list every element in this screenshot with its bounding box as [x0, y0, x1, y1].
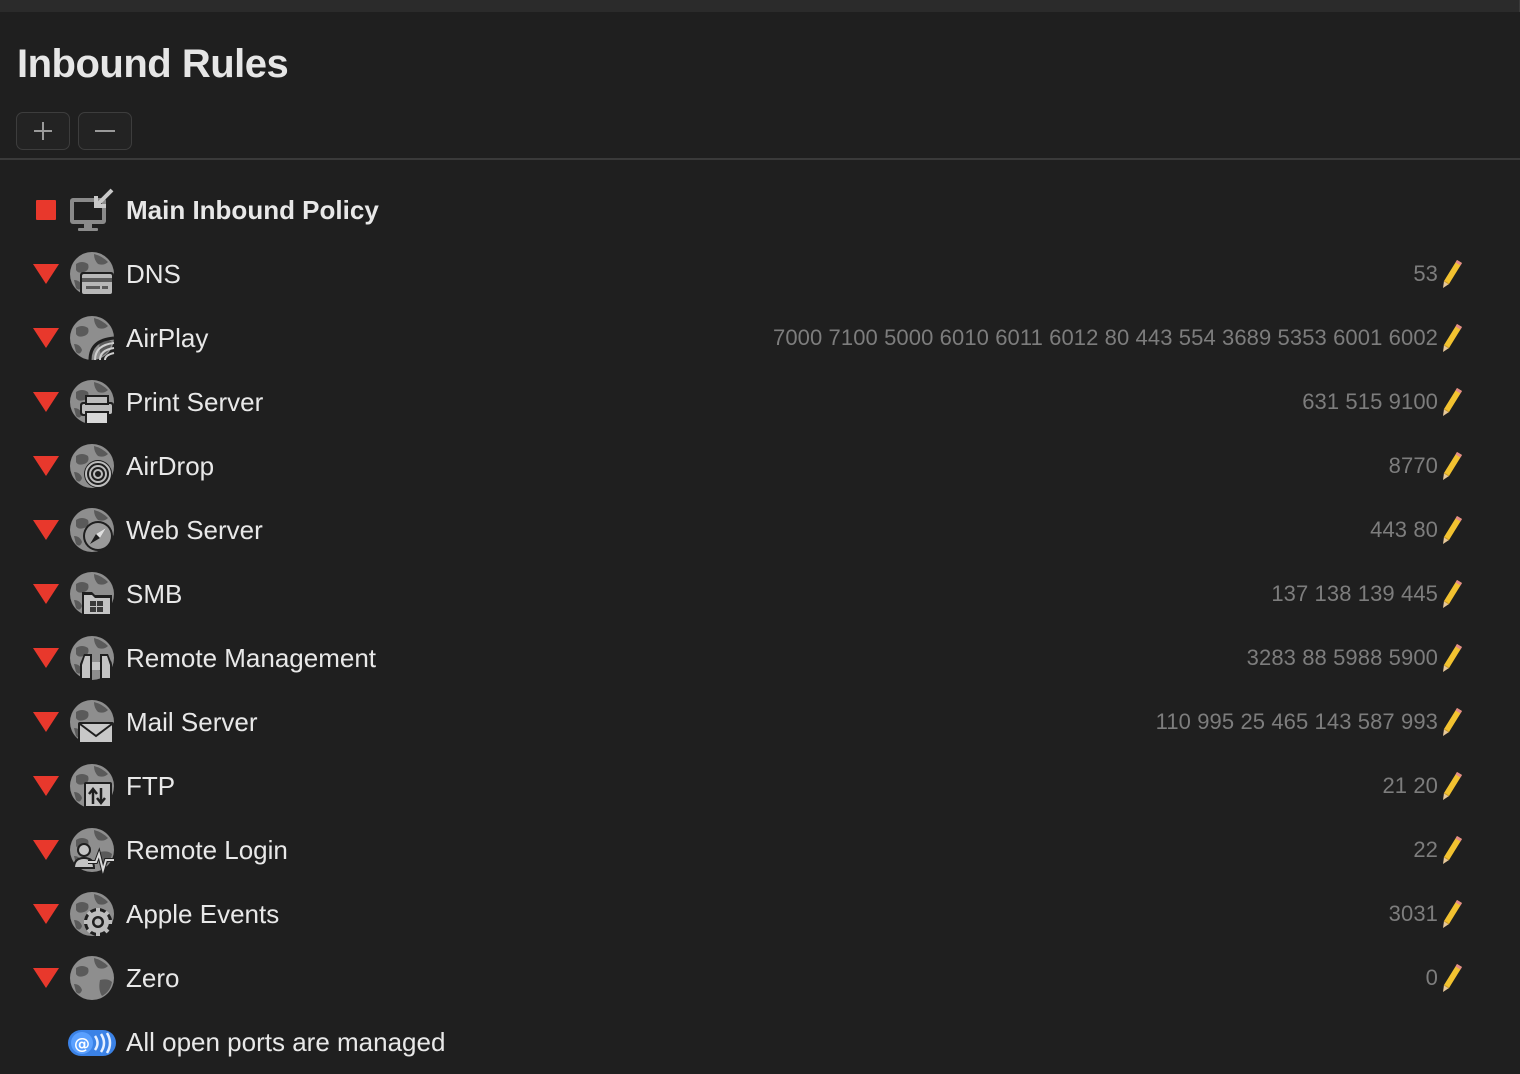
window-top-bar	[0, 0, 1520, 12]
disclosure-triangle-icon[interactable]	[32, 772, 60, 800]
rule-label: Web Server	[126, 514, 263, 545]
rule-ports: 0	[1425, 965, 1438, 990]
inbound-rules-window: Inbound Rules Main Inbound Policy DNS 53…	[0, 0, 1520, 1074]
rule-ports: 22	[1413, 837, 1438, 862]
rule-label: Mail Server	[126, 706, 258, 737]
policy-square-marker[interactable]	[32, 196, 60, 224]
managed-ports-status-row: @ All open ports are managed	[0, 1010, 1520, 1074]
rule-label: Print Server	[126, 386, 264, 417]
toolbar	[16, 112, 132, 150]
edit-ports-pencil-icon[interactable]	[1440, 451, 1464, 481]
plus-icon	[34, 122, 52, 140]
remove-rule-button[interactable]	[78, 112, 132, 150]
airdrop-icon	[68, 442, 116, 490]
rule-ports: 7000 7100 5000 6010 6011 6012 80 443 554…	[772, 325, 1438, 350]
disclosure-triangle-icon[interactable]	[32, 388, 60, 416]
policy-label: Main Inbound Policy	[126, 194, 379, 225]
rule-label: Remote Management	[126, 642, 377, 673]
edit-ports-pencil-icon[interactable]	[1440, 835, 1464, 865]
edit-ports-pencil-icon[interactable]	[1440, 963, 1464, 993]
disclosure-triangle-icon[interactable]	[32, 516, 60, 544]
rule-row-airplay[interactable]: AirPlay 7000 7100 5000 6010 6011 6012 80…	[0, 306, 1520, 370]
disclosure-triangle-icon[interactable]	[32, 900, 60, 928]
rule-label: AirDrop	[126, 450, 215, 481]
minus-icon	[95, 130, 115, 132]
edit-ports-pencil-icon[interactable]	[1440, 899, 1464, 929]
page-title: Inbound Rules	[17, 42, 289, 86]
edit-ports-pencil-icon[interactable]	[1440, 707, 1464, 737]
rules-list: Main Inbound Policy DNS 53 AirPlay 7000 …	[0, 160, 1520, 1074]
edit-ports-pencil-icon[interactable]	[1440, 579, 1464, 609]
globe-icon	[68, 954, 116, 1002]
rule-row-dns[interactable]: DNS 53	[0, 242, 1520, 306]
disclosure-triangle-icon[interactable]	[32, 452, 60, 480]
rule-label: FTP	[126, 770, 176, 801]
rule-ports: 137 138 139 445	[1271, 581, 1438, 606]
rule-row-mail-server[interactable]: Mail Server 110 995 25 465 143 587 993	[0, 690, 1520, 754]
rule-row-ftp[interactable]: FTP 21 20	[0, 754, 1520, 818]
add-rule-button[interactable]	[16, 112, 70, 150]
envelope-icon	[68, 698, 116, 746]
rule-row-remote-management[interactable]: Remote Management 3283 88 5988 5900	[0, 626, 1520, 690]
rule-row-apple-events[interactable]: Apple Events 3031	[0, 882, 1520, 946]
rule-ports: 110 995 25 465 143 587 993	[1155, 709, 1438, 734]
rule-label: Remote Login	[126, 834, 288, 865]
rule-ports: 8770	[1388, 453, 1438, 478]
rule-ports: 631 515 9100	[1302, 389, 1438, 414]
rule-label: SMB	[126, 578, 183, 609]
rule-row-smb[interactable]: SMB 137 138 139 445	[0, 562, 1520, 626]
disclosure-triangle-icon[interactable]	[32, 644, 60, 672]
edit-ports-pencil-icon[interactable]	[1440, 387, 1464, 417]
at-signal-icon: @	[68, 1018, 116, 1066]
rule-row-remote-login[interactable]: Remote Login 22	[0, 818, 1520, 882]
binoculars-icon	[68, 634, 116, 682]
computer-inbound-icon	[68, 186, 116, 234]
rule-label: Zero	[126, 962, 180, 993]
airplay-icon	[68, 314, 116, 362]
rule-ports: 3283 88 5988 5900	[1246, 645, 1438, 670]
disclosure-triangle-icon[interactable]	[32, 964, 60, 992]
managed-ports-label: All open ports are managed	[126, 1026, 446, 1057]
disclosure-triangle-icon[interactable]	[32, 836, 60, 864]
edit-ports-pencil-icon[interactable]	[1440, 643, 1464, 673]
svg-text:@: @	[74, 1034, 90, 1053]
windows-folder-icon	[68, 570, 116, 618]
rule-label: AirPlay	[126, 322, 209, 353]
disclosure-triangle-icon[interactable]	[32, 708, 60, 736]
transfer-icon	[68, 762, 116, 810]
disclosure-triangle-icon[interactable]	[32, 260, 60, 288]
remote-login-icon	[68, 826, 116, 874]
rule-row-print-server[interactable]: Print Server 631 515 9100	[0, 370, 1520, 434]
compass-icon	[68, 506, 116, 554]
rule-ports: 443 80	[1370, 517, 1438, 542]
edit-ports-pencil-icon[interactable]	[1440, 515, 1464, 545]
rule-ports: 53	[1413, 261, 1438, 286]
disclosure-triangle-icon[interactable]	[32, 580, 60, 608]
rule-label: DNS	[126, 258, 181, 289]
rule-row-airdrop[interactable]: AirDrop 8770	[0, 434, 1520, 498]
gear-icon	[68, 890, 116, 938]
dns-icon	[68, 250, 116, 298]
rule-ports: 21 20	[1382, 773, 1438, 798]
main-policy-row[interactable]: Main Inbound Policy	[0, 178, 1520, 242]
edit-ports-pencil-icon[interactable]	[1440, 771, 1464, 801]
rule-label: Apple Events	[126, 898, 280, 929]
rule-row-web-server[interactable]: Web Server 443 80	[0, 498, 1520, 562]
rule-row-zero[interactable]: Zero 0	[0, 946, 1520, 1010]
rule-ports: 3031	[1388, 901, 1438, 926]
edit-ports-pencil-icon[interactable]	[1440, 323, 1464, 353]
printer-icon	[68, 378, 116, 426]
header: Inbound Rules	[0, 12, 1520, 160]
edit-ports-pencil-icon[interactable]	[1440, 259, 1464, 289]
disclosure-triangle-icon[interactable]	[32, 324, 60, 352]
